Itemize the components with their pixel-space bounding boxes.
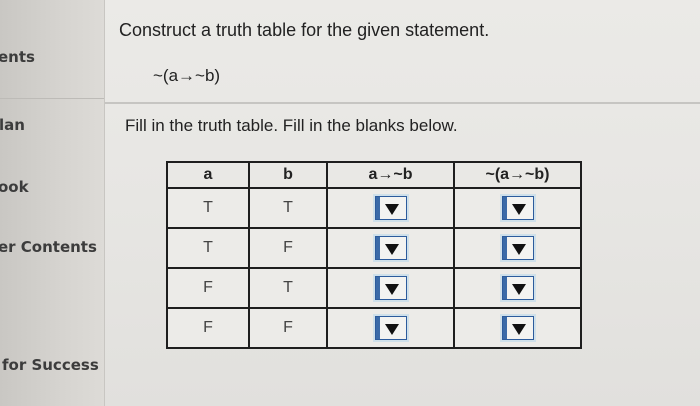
answer-cell bbox=[326, 227, 455, 269]
answer-dropdown[interactable] bbox=[372, 234, 409, 262]
question-panel: Construct a truth table for the given st… bbox=[104, 0, 700, 406]
sidebar-item-plan[interactable]: lan bbox=[0, 116, 25, 134]
answer-dropdown[interactable] bbox=[499, 274, 536, 302]
table-row: F F bbox=[166, 307, 582, 349]
answer-dropdown[interactable] bbox=[372, 314, 409, 342]
cell-b: F bbox=[248, 307, 328, 349]
sidebar-item-book[interactable]: ook bbox=[0, 178, 29, 196]
sidebar-item-tools-for-success[interactable]: for Success bbox=[2, 356, 99, 374]
cell-b: F bbox=[248, 227, 328, 269]
cell-b: T bbox=[248, 267, 328, 309]
header-a-implies-not-b: a→~b bbox=[326, 161, 455, 189]
answer-cell bbox=[453, 267, 582, 309]
table-row: F T bbox=[166, 267, 582, 309]
answer-cell bbox=[326, 307, 455, 349]
answer-dropdown[interactable] bbox=[499, 234, 536, 262]
answer-dropdown[interactable] bbox=[499, 194, 536, 222]
sidebar-divider bbox=[0, 98, 104, 99]
cell-b: T bbox=[248, 187, 328, 229]
cell-a: F bbox=[166, 267, 250, 309]
answer-cell bbox=[326, 187, 455, 229]
cell-a: T bbox=[166, 187, 250, 229]
table-header-row: a b a→~b ~(a→~b) bbox=[166, 161, 582, 189]
table-row: T T bbox=[166, 187, 582, 229]
answer-cell bbox=[453, 307, 582, 349]
cell-a: F bbox=[166, 307, 250, 349]
instruction-text: Fill in the truth table. Fill in the bla… bbox=[125, 116, 458, 135]
sidebar-item-chapter-contents[interactable]: er Contents bbox=[0, 238, 97, 256]
answer-cell bbox=[453, 187, 582, 229]
question-prompt: Construct a truth table for the given st… bbox=[119, 20, 490, 40]
section-divider bbox=[105, 102, 700, 104]
answer-dropdown[interactable] bbox=[372, 274, 409, 302]
answer-dropdown[interactable] bbox=[372, 194, 409, 222]
answer-cell bbox=[326, 267, 455, 309]
header-not-a-implies-not-b: ~(a→~b) bbox=[453, 161, 582, 189]
header-a: a bbox=[166, 161, 250, 189]
sidebar: ents lan ook er Contents for Success bbox=[0, 0, 104, 406]
cell-a: T bbox=[166, 227, 250, 269]
table-row: T F bbox=[166, 227, 582, 269]
logic-statement: ~(a→~b) bbox=[153, 66, 221, 85]
header-b: b bbox=[248, 161, 328, 189]
answer-cell bbox=[453, 227, 582, 269]
truth-table: a b a→~b ~(a→~b) T T T F F T F F bbox=[166, 161, 582, 349]
sidebar-item-contents[interactable]: ents bbox=[0, 48, 35, 66]
answer-dropdown[interactable] bbox=[499, 314, 536, 342]
